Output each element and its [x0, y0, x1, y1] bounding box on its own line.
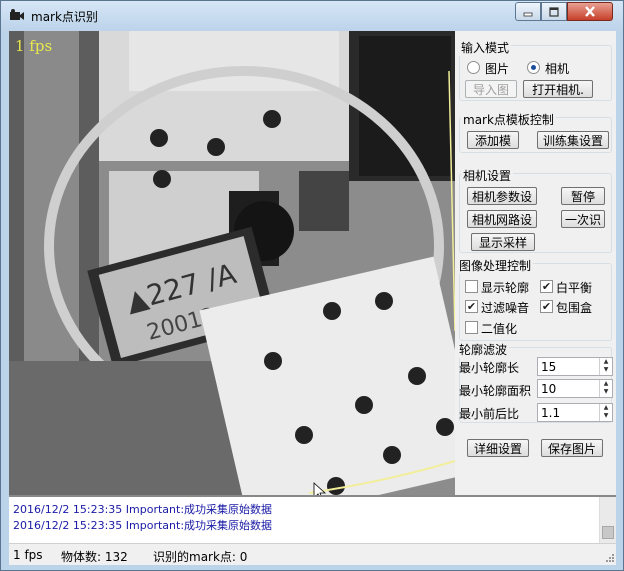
checkbox-filter-noise[interactable]: ✔ [465, 300, 478, 313]
spin-down-icon[interactable]: ▼ [600, 366, 612, 374]
checkbox-binarize-label: 二值化 [481, 322, 518, 336]
detail-settings-button[interactable]: 详细设置 [467, 439, 529, 457]
min-contour-area-value: 10 [541, 382, 557, 396]
log-line: 2016/12/2 15:23:35 Important:成功采集原始数据 [13, 519, 273, 532]
min-contour-area-input[interactable]: 10 ▲ ▼ [537, 379, 613, 398]
radio-camera[interactable] [527, 61, 540, 74]
pause-button[interactable]: 暂停 [561, 187, 605, 205]
checkbox-white-balance[interactable]: ✔ [540, 280, 553, 293]
min-contour-length-input[interactable]: 15 ▲ ▼ [537, 357, 613, 376]
close-button[interactable] [567, 2, 613, 21]
log-scrollbar[interactable] [599, 497, 616, 543]
radio-image-label: 图片 [485, 62, 510, 76]
min-contour-length-label: 最小轮廓长 [459, 361, 520, 375]
resize-grip-icon[interactable] [604, 552, 614, 562]
camera-view[interactable]: ▲227 /A 20013 1 fps [9, 31, 455, 495]
log-panel[interactable]: 2016/12/2 15:23:35 Important:成功采集原始数据 20… [9, 495, 616, 543]
checkbox-filter-noise-label: 过滤噪音 [481, 301, 530, 315]
contour-filter-label: 轮廓滤波 [457, 341, 510, 358]
camera-network-button[interactable]: 相机网路设 [467, 210, 537, 228]
min-ratio-label: 最小前后比 [459, 407, 520, 421]
status-object-count: 物体数: 132 [61, 550, 128, 564]
close-icon [585, 6, 595, 17]
window-title: mark点识别 [31, 10, 98, 24]
status-mark-count: 识别的mark点: 0 [153, 550, 248, 564]
checkbox-show-contour-label: 显示轮廓 [481, 281, 530, 295]
open-camera-button[interactable]: 打开相机. [523, 80, 593, 98]
maximize-button[interactable] [541, 2, 567, 21]
status-fps: 1 fps [13, 548, 43, 562]
scroll-thumb[interactable] [602, 526, 614, 539]
control-panel: 输入模式 图片 相机 导入图 打开相机. mark点模板控制 添加模 训练集设置… [455, 31, 616, 495]
title-bar[interactable]: mark点识别 [1, 1, 623, 31]
min-contour-length-value: 15 [541, 360, 557, 374]
input-mode-label: 输入模式 [459, 39, 512, 56]
minimize-icon [523, 12, 533, 16]
spin-down-icon[interactable]: ▼ [600, 388, 612, 396]
camera-frame-image: ▲227 /A 20013 [9, 31, 455, 495]
client-area: ▲227 /A 20013 1 fps 输入模式 图片 相机 导入图 打开相机.… [9, 31, 616, 565]
mark-template-label: mark点模板控制 [461, 111, 556, 128]
fps-overlay: 1 fps [15, 37, 53, 55]
min-ratio-input[interactable]: 1.1 ▲ ▼ [537, 403, 613, 422]
radio-camera-label: 相机 [545, 62, 570, 76]
status-bar: 1 fps 物体数: 132 识别的mark点: 0 [9, 543, 616, 565]
checkbox-bounding-box-label: 包围盒 [556, 301, 593, 315]
spin-up-icon[interactable]: ▲ [600, 358, 612, 366]
app-window: mark点识别 ▲227 /A 20013 1 fps 输入模式 图片 相机 导… [0, 0, 624, 571]
image-processing-label: 图像处理控制 [457, 257, 534, 274]
camera-icon [10, 9, 24, 20]
camera-settings-label: 相机设置 [461, 167, 514, 184]
spin-arrows[interactable]: ▲ ▼ [599, 358, 612, 375]
spin-down-icon[interactable]: ▼ [600, 412, 612, 420]
import-image-button[interactable]: 导入图 [465, 80, 517, 98]
log-line: 2016/12/2 15:23:35 Important:成功采集原始数据 [13, 503, 273, 516]
checkbox-bounding-box[interactable]: ✔ [540, 300, 553, 313]
minimize-button[interactable] [515, 2, 541, 21]
save-image-button[interactable]: 保存图片 [541, 439, 603, 457]
min-ratio-value: 1.1 [541, 406, 561, 420]
radio-image[interactable] [467, 61, 480, 74]
recognize-once-button[interactable]: 一次识 [561, 210, 605, 228]
checkbox-binarize[interactable] [465, 321, 478, 334]
min-contour-area-label: 最小轮廓面积 [459, 384, 532, 398]
spin-arrows[interactable]: ▲ ▼ [599, 404, 612, 421]
show-capture-button[interactable]: 显示采样 [471, 233, 535, 251]
camera-params-button[interactable]: 相机参数设 [467, 187, 537, 205]
training-set-button[interactable]: 训练集设置 [537, 131, 609, 149]
checkbox-white-balance-label: 白平衡 [556, 281, 593, 295]
checkbox-show-contour[interactable] [465, 280, 478, 293]
maximize-icon [549, 6, 559, 17]
spin-up-icon[interactable]: ▲ [600, 404, 612, 412]
spin-arrows[interactable]: ▲ ▼ [599, 380, 612, 397]
add-template-button[interactable]: 添加模 [467, 131, 519, 149]
spin-up-icon[interactable]: ▲ [600, 380, 612, 388]
